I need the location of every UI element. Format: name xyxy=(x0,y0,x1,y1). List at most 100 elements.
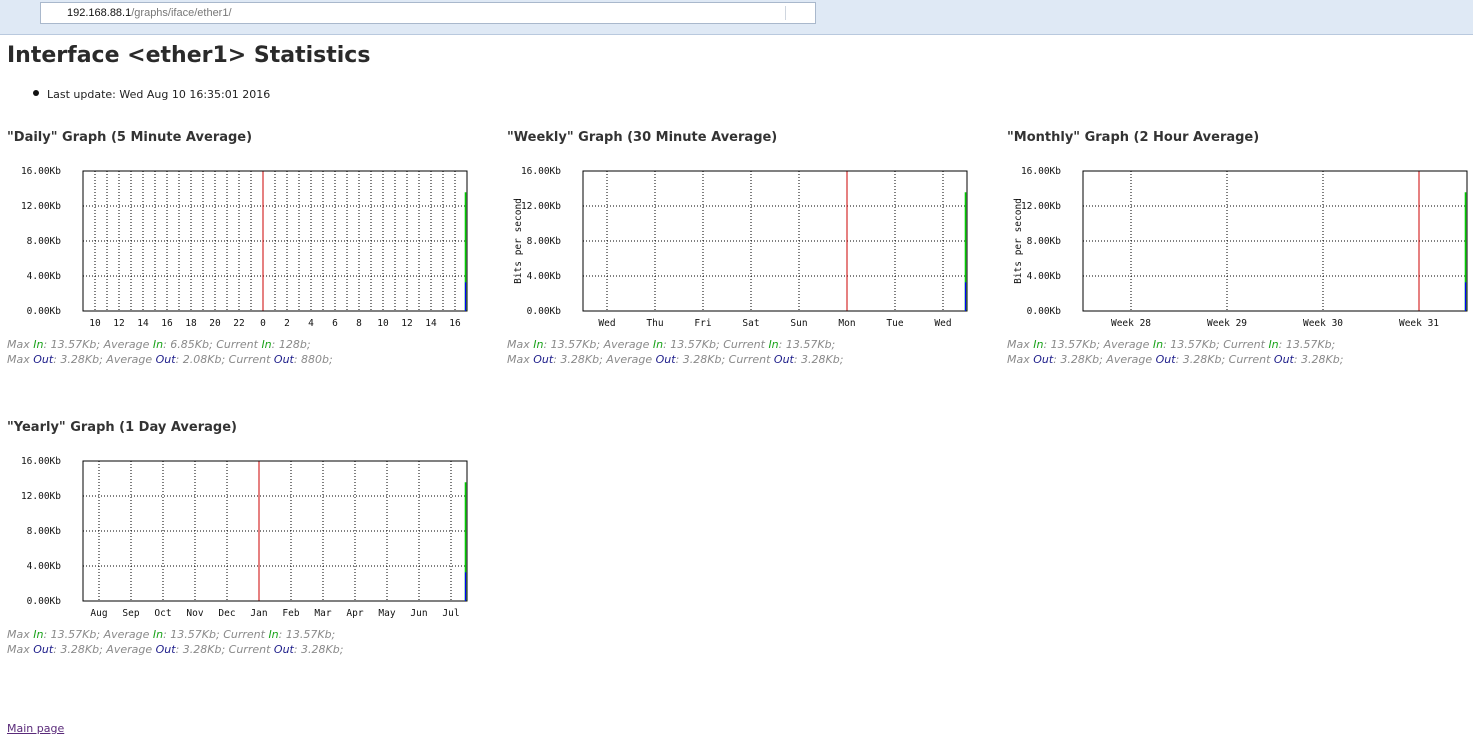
stat-direction-word: In xyxy=(1268,338,1279,351)
stat-label: Average xyxy=(1103,338,1153,351)
stat-direction-word: In xyxy=(268,628,279,641)
stat-value: : 3.28Kb; xyxy=(175,643,229,656)
stat-value: : 880b; xyxy=(293,353,333,366)
stat-direction-word: Out xyxy=(655,353,676,366)
x-tick-label: Mar xyxy=(314,608,331,619)
x-tick-label: Oct xyxy=(154,608,171,619)
stats-line-in: Max In: 13.57Kb; Average In: 13.57Kb; Cu… xyxy=(1007,337,1343,352)
stat-value: : 3.28Kb; xyxy=(1175,353,1229,366)
y-tick-label: 4.00Kb xyxy=(27,561,62,572)
y-tick-label: 16.00Kb xyxy=(21,166,61,177)
last-update-text: Last update: Wed Aug 10 16:35:01 2016 xyxy=(47,88,271,101)
x-tick-label: May xyxy=(378,608,395,619)
stats-line-out: Max Out: 3.28Kb; Average Out: 3.28Kb; Cu… xyxy=(1007,352,1343,367)
graph-title: "Weekly" Graph (30 Minute Average) xyxy=(507,130,778,145)
stats-line-in: Max In: 13.57Kb; Average In: 13.57Kb; Cu… xyxy=(507,337,843,352)
address-bar[interactable]: 192.168.88.1/graphs/iface/ether1/ xyxy=(40,2,816,24)
y-tick-label: 0.00Kb xyxy=(27,306,62,317)
stat-direction-word: In xyxy=(533,338,544,351)
stat-label: Max xyxy=(1007,338,1034,351)
yearly-graph-chart: 0.00Kb 4.00Kb 8.00Kb 12.00Kb 16.00Kb Aug Sep Oc… xyxy=(21,456,468,619)
x-tick-label: Nov xyxy=(186,608,203,619)
x-tick-label: Apr xyxy=(346,608,363,619)
graph-stats: Max In: 13.57Kb; Average In: 6.85Kb; Cur… xyxy=(7,337,333,367)
stat-label: Max xyxy=(7,643,34,656)
stat-value: : 3.28Kb; xyxy=(293,643,344,656)
stat-label: Current xyxy=(228,643,274,656)
x-tick-label: Feb xyxy=(282,608,299,619)
stat-direction-word: In xyxy=(152,628,164,641)
stat-label: Current xyxy=(223,628,269,641)
stat-label: Average xyxy=(1106,353,1156,366)
y-tick-label: 16.00Kb xyxy=(521,166,561,177)
x-tick-label: 10 xyxy=(89,318,101,329)
x-tick-label: 20 xyxy=(209,318,221,329)
stat-value: : 13.57Kb; xyxy=(43,628,104,641)
stat-value: : 3.28Kb; xyxy=(675,353,729,366)
stat-direction-word: Out xyxy=(33,643,54,656)
stat-direction-word: Out xyxy=(1155,353,1176,366)
graph-title: "Daily" Graph (5 Minute Average) xyxy=(7,130,253,145)
stat-label: Current xyxy=(1228,353,1274,366)
y-tick-label: 12.00Kb xyxy=(521,201,561,212)
y-axis-label: Bits per second xyxy=(1013,198,1024,284)
page-title: Interface <ether1> Statistics xyxy=(7,43,371,68)
graph-stats: Max In: 13.57Kb; Average In: 13.57Kb; Cu… xyxy=(507,337,843,367)
stat-value: : 3.28Kb; xyxy=(1293,353,1344,366)
stat-direction-word: Out xyxy=(155,643,176,656)
stat-direction-word: Out xyxy=(1033,353,1054,366)
x-tick-label: Jul xyxy=(442,608,459,619)
monthly-graph-chart: 0.00Kb 4.00Kb 8.00Kb 12.00Kb 16.00Kb Week 28 W… xyxy=(1013,166,1468,329)
y-tick-label: 4.00Kb xyxy=(527,271,562,282)
stat-value: : 2.08Kb; xyxy=(175,353,229,366)
x-tick-label: Week 28 xyxy=(1111,318,1151,329)
stat-direction-word: In xyxy=(33,338,44,351)
y-tick-label: 8.00Kb xyxy=(27,526,62,537)
stat-value: : 13.57Kb; xyxy=(543,338,604,351)
stat-label: Average xyxy=(106,643,156,656)
x-tick-label: Sun xyxy=(790,318,807,329)
x-tick-label: 2 xyxy=(284,318,290,329)
y-tick-label: 0.00Kb xyxy=(527,306,562,317)
x-tick-label: Aug xyxy=(90,608,107,619)
monthly-graph-section: "Monthly" Graph (2 Hour Average) 0.00Kb 4… xyxy=(1007,130,1473,380)
y-tick-label: 0.00Kb xyxy=(1027,306,1062,317)
stats-line-out: Max Out: 3.28Kb; Average Out: 3.28Kb; Cu… xyxy=(507,352,843,367)
y-tick-label: 16.00Kb xyxy=(21,456,61,467)
x-tick-label: 6 xyxy=(332,318,338,329)
stat-label: Average xyxy=(103,338,153,351)
stat-label: Current xyxy=(1223,338,1269,351)
y-tick-label: 16.00Kb xyxy=(1021,166,1061,177)
browser-toolbar: 192.168.88.1/graphs/iface/ether1/ xyxy=(0,0,1473,35)
stat-value: : 3.28Kb; xyxy=(793,353,844,366)
x-tick-label: Fri xyxy=(694,318,711,329)
url-host: 192.168.88.1 xyxy=(67,7,132,19)
stat-value: : 3.28Kb; xyxy=(1053,353,1107,366)
x-tick-label: Sat xyxy=(742,318,759,329)
y-tick-label: 4.00Kb xyxy=(27,271,62,282)
bullet-icon xyxy=(33,90,39,96)
stat-label: Average xyxy=(103,628,153,641)
stat-label: Max xyxy=(7,353,34,366)
main-page-link[interactable]: Main page xyxy=(7,722,64,735)
x-tick-label: Week 30 xyxy=(1303,318,1343,329)
address-bar-divider xyxy=(785,6,786,20)
daily-graph-chart: 0.00Kb 4.00Kb 8.00Kb 12.00Kb 16.00Kb 10 12 14 16… xyxy=(21,166,468,329)
stat-direction-word: In xyxy=(1152,338,1164,351)
stat-value: : 13.57Kb; xyxy=(778,338,836,351)
stat-value: : 13.57Kb; xyxy=(1278,338,1336,351)
stat-label: Max xyxy=(7,628,34,641)
stat-direction-word: Out xyxy=(773,353,794,366)
y-tick-label: 4.00Kb xyxy=(1027,271,1062,282)
stat-direction-word: In xyxy=(33,628,44,641)
stat-label: Average xyxy=(603,338,653,351)
stat-direction-word: In xyxy=(652,338,664,351)
stat-label: Average xyxy=(106,353,156,366)
weekly-graph-chart: 0.00Kb 4.00Kb 8.00Kb 12.00Kb 16.00Kb Wed Thu Fr… xyxy=(513,166,968,329)
x-tick-label: Tue xyxy=(886,318,903,329)
stat-direction-word: In xyxy=(261,338,272,351)
x-tick-label: Thu xyxy=(646,318,663,329)
weekly-graph-section: "Weekly" Graph (30 Minute Average) 0.00K… xyxy=(507,130,977,380)
y-tick-label: 8.00Kb xyxy=(527,236,562,247)
x-tick-label: 16 xyxy=(449,318,461,329)
